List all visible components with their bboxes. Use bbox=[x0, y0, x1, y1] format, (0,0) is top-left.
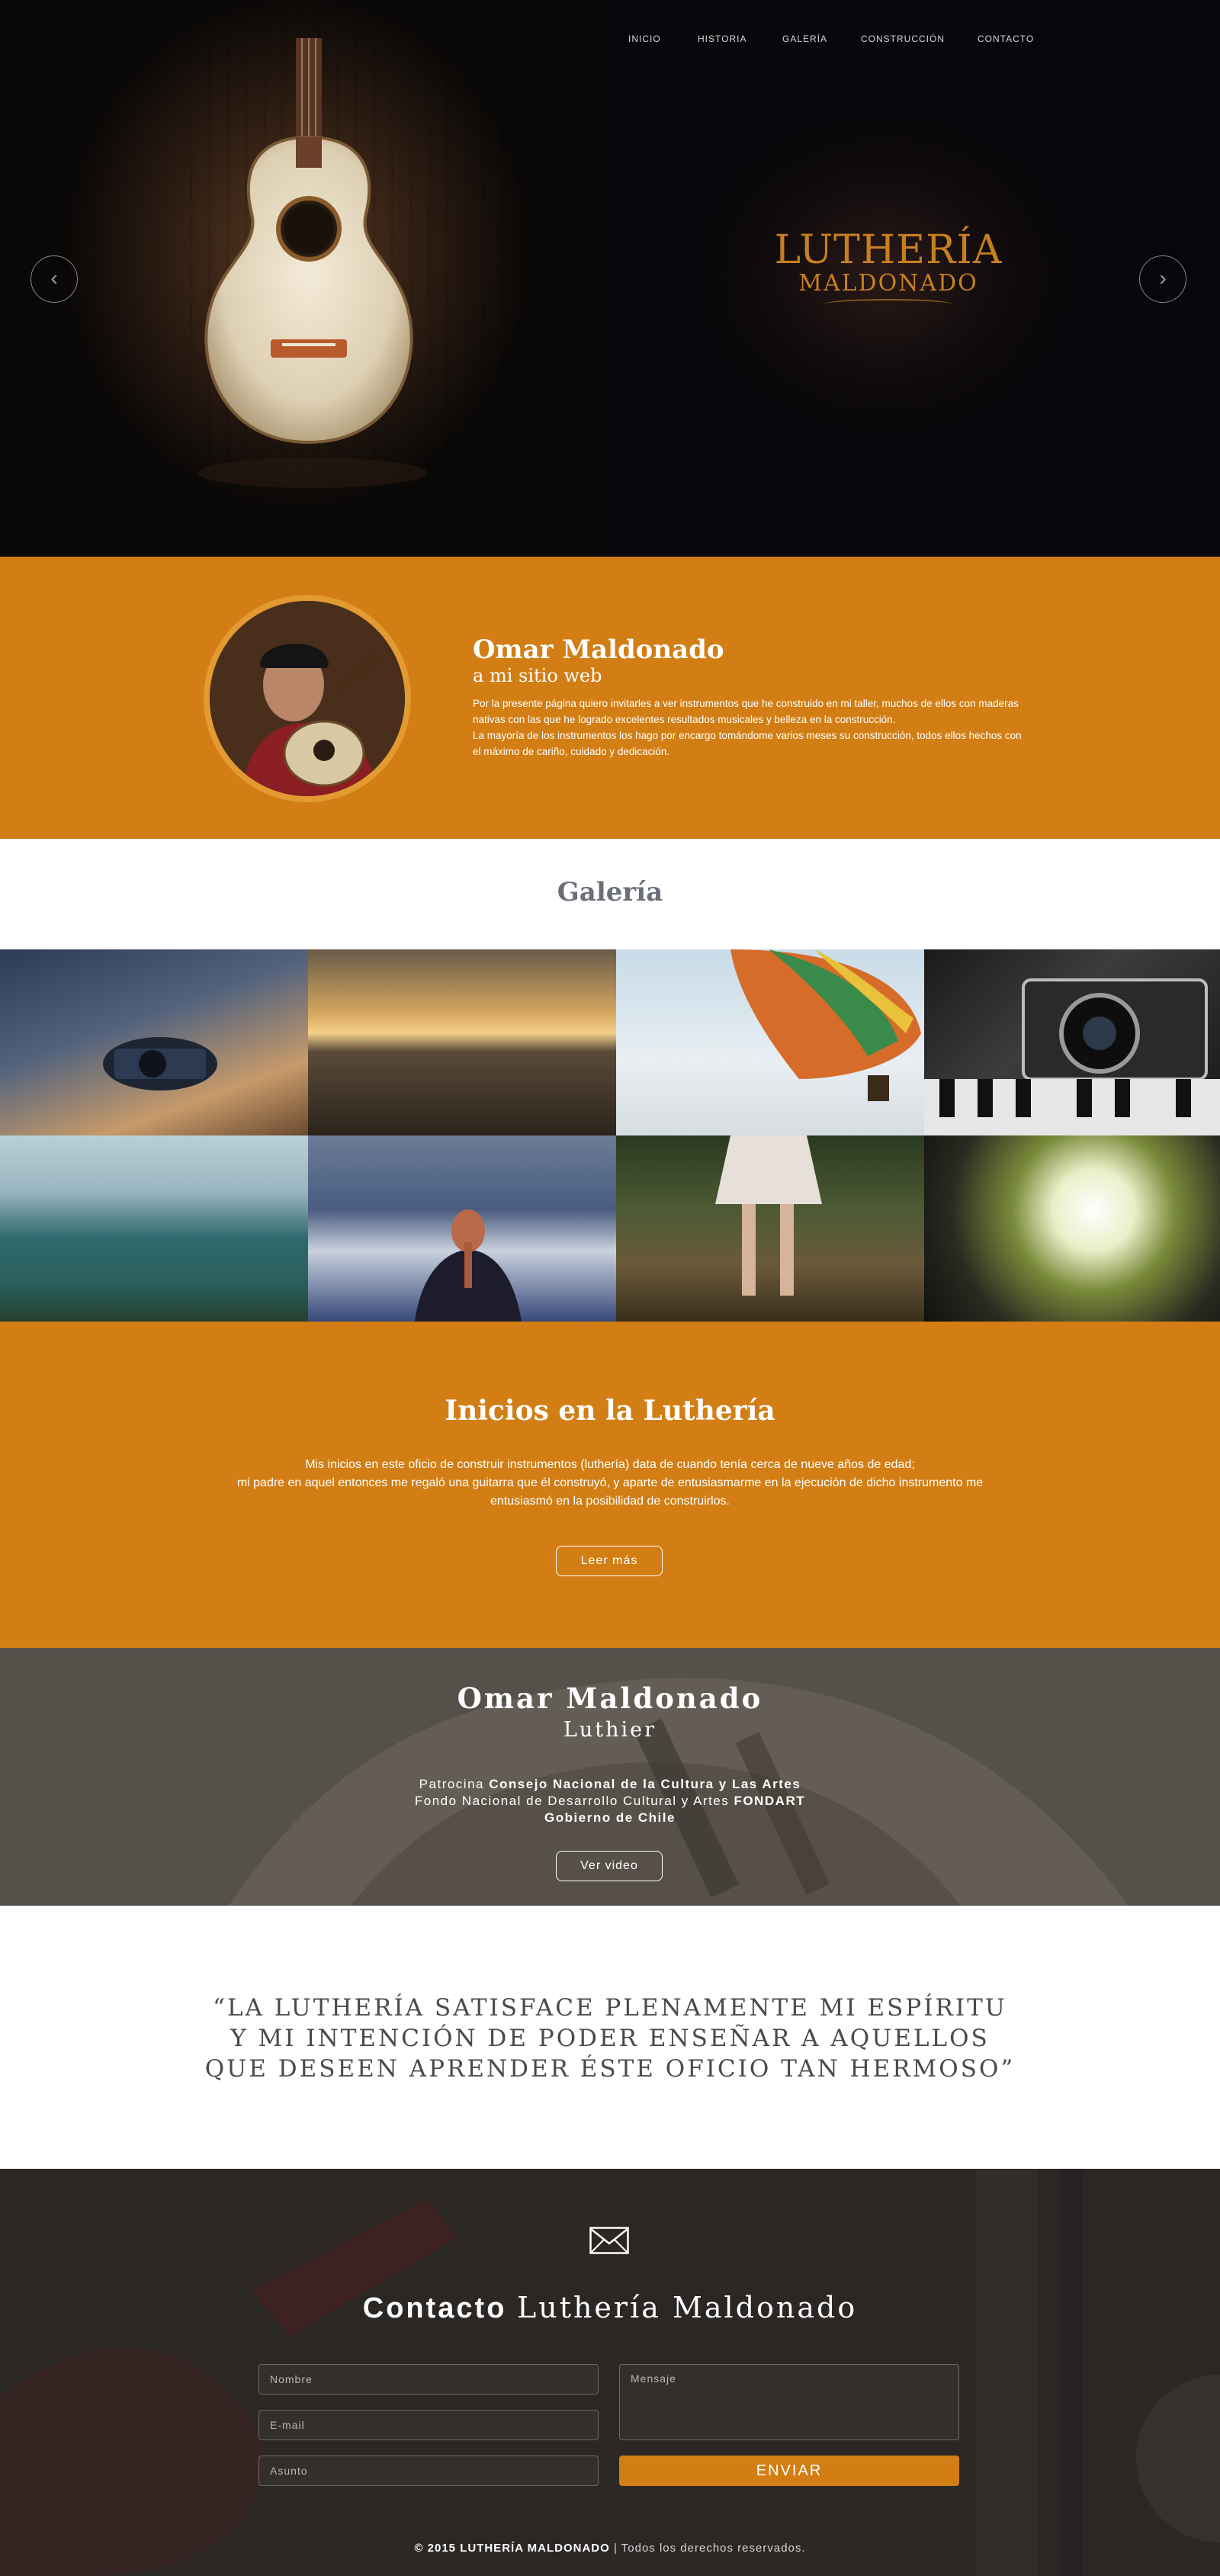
about-body: Por la presente página quiero invitarles… bbox=[473, 695, 1029, 760]
inicios-title: Inicios en la Luthería bbox=[445, 1395, 775, 1427]
gallery-photo-vintage-camera[interactable] bbox=[924, 949, 1220, 1135]
brand-logo: LUTHERÍA MALDONADO bbox=[770, 229, 1006, 310]
sponsor-name: Consejo Nacional de la Cultura y Las Art… bbox=[489, 1777, 801, 1791]
name-input[interactable] bbox=[258, 2364, 599, 2395]
gallery-photo-camera-hands[interactable] bbox=[0, 949, 308, 1135]
inicios-section: Inicios en la Luthería Mis inicios en es… bbox=[0, 1322, 1220, 1648]
gallery-photo-beach-sunset[interactable] bbox=[308, 949, 616, 1135]
about-section: Omar Maldonado a mi sitio web Por la pre… bbox=[0, 557, 1220, 839]
slider-next-button[interactable]: › bbox=[1139, 255, 1186, 303]
logo-line-1: LUTHERÍA bbox=[774, 227, 1003, 273]
quote-section: “LA LUTHERÍA SATISFACE PLENAMENTE MI ESP… bbox=[0, 1906, 1220, 2169]
gallery-title: Galería bbox=[557, 877, 663, 907]
sponsor-prefix: Patrocina bbox=[419, 1777, 484, 1791]
nav-historia[interactable]: HISTORIA bbox=[698, 34, 746, 44]
portrait-avatar bbox=[204, 595, 411, 802]
about-name: Omar Maldonado bbox=[473, 634, 724, 665]
about-paragraph-1: Por la presente página quiero invitarles… bbox=[473, 698, 1019, 725]
inicios-line-1: Mis inicios en este oficio de construir … bbox=[305, 1458, 915, 1471]
gallery-photo-lake-mountains[interactable] bbox=[0, 1135, 308, 1322]
luthier-section: Omar Maldonado Luthier Patrocina Consejo… bbox=[0, 1648, 1220, 1906]
envelope-icon bbox=[589, 2227, 629, 2254]
nav-galeria[interactable]: GALERÍA bbox=[782, 34, 827, 44]
enviar-button[interactable]: ENVIAR bbox=[619, 2456, 959, 2486]
luthier-name: Omar Maldonado bbox=[457, 1681, 763, 1715]
nav-inicio[interactable]: INICIO bbox=[628, 34, 661, 44]
contact-section: Contacto Luthería Maldonado ENVIAR © 201… bbox=[0, 2169, 1220, 2576]
footer-copyright: © 2015 LUTHERÍA MALDONADO bbox=[414, 2542, 610, 2555]
main-nav: INICIO HISTORIA GALERÍA CONSTRUCCIÓN CON… bbox=[0, 34, 1220, 49]
about-paragraph-2: La mayoría de los instrumentos los hago … bbox=[473, 730, 1022, 757]
contact-title-bold: Contacto bbox=[362, 2292, 507, 2324]
gallery-photo-girl-mountains[interactable] bbox=[308, 1135, 616, 1322]
luthier-role: Luthier bbox=[563, 1718, 657, 1742]
sponsor-line: Patrocina Consejo Nacional de la Cultura… bbox=[0, 1776, 1220, 1793]
gallery-photo-buildings-sky[interactable] bbox=[924, 1135, 1220, 1322]
quote-text: “LA LUTHERÍA SATISFACE PLENAMENTE MI ESP… bbox=[152, 1993, 1068, 2084]
guitar-image bbox=[198, 38, 427, 488]
fund-line: Fondo Nacional de Desarrollo Cultural y … bbox=[0, 1793, 1220, 1810]
ver-video-button[interactable]: Ver video bbox=[556, 1851, 663, 1881]
nav-construccion[interactable]: CONSTRUCCIÓN bbox=[861, 34, 945, 44]
gallery-photo-forest-dress[interactable] bbox=[616, 1135, 924, 1322]
chevron-right-icon: › bbox=[1159, 266, 1167, 290]
quote-line-3: QUE DESEEN APRENDER ÉSTE OFICIO TAN HERM… bbox=[204, 2055, 1016, 2083]
inicios-body: Mis inicios en este oficio de construir … bbox=[229, 1456, 991, 1511]
gov-name: Gobierno de Chile bbox=[544, 1810, 676, 1825]
quote-line-2: Y MI INTENCIÓN DE PODER ENSEÑAR A AQUELL… bbox=[230, 2025, 990, 2052]
inicios-line-2: mi padre en aquel entonces me regaló una… bbox=[236, 1476, 984, 1508]
email-input[interactable] bbox=[258, 2410, 599, 2440]
fund-prefix: Fondo Nacional de Desarrollo Cultural y … bbox=[414, 1794, 730, 1808]
gov-line: Gobierno de Chile bbox=[0, 1810, 1220, 1826]
hero-slider: INICIO HISTORIA GALERÍA CONSTRUCCIÓN CON… bbox=[0, 0, 1220, 557]
subject-input[interactable] bbox=[258, 2456, 599, 2486]
contact-title: Contacto Luthería Maldonado bbox=[0, 2291, 1220, 2325]
logo-line-2: MALDONADO bbox=[798, 270, 978, 297]
nav-contacto[interactable]: CONTACTO bbox=[978, 34, 1034, 44]
logo-flourish bbox=[824, 299, 953, 310]
gallery-grid bbox=[0, 949, 1220, 1322]
contact-title-rest: Luthería Maldonado bbox=[516, 2291, 858, 2324]
gallery-photo-hot-air-balloon[interactable] bbox=[616, 949, 924, 1135]
footer-rights: | Todos los derechos reservados. bbox=[613, 2542, 806, 2555]
leer-mas-button[interactable]: Leer más bbox=[556, 1546, 663, 1576]
fund-name: FONDART bbox=[734, 1794, 806, 1808]
chevron-left-icon: ‹ bbox=[50, 266, 58, 290]
portrait-image bbox=[210, 601, 405, 796]
message-textarea[interactable] bbox=[619, 2364, 959, 2440]
quote-line-1: “LA LUTHERÍA SATISFACE PLENAMENTE MI ESP… bbox=[213, 1994, 1007, 2022]
luthier-credits: Patrocina Consejo Nacional de la Cultura… bbox=[0, 1776, 1220, 1826]
slider-prev-button[interactable]: ‹ bbox=[30, 255, 78, 303]
footer: © 2015 LUTHERÍA MALDONADO | Todos los de… bbox=[0, 2542, 1220, 2555]
about-subtitle: a mi sitio web bbox=[473, 665, 602, 686]
about-text: Omar Maldonado a mi sitio web Por la pre… bbox=[473, 634, 1029, 760]
